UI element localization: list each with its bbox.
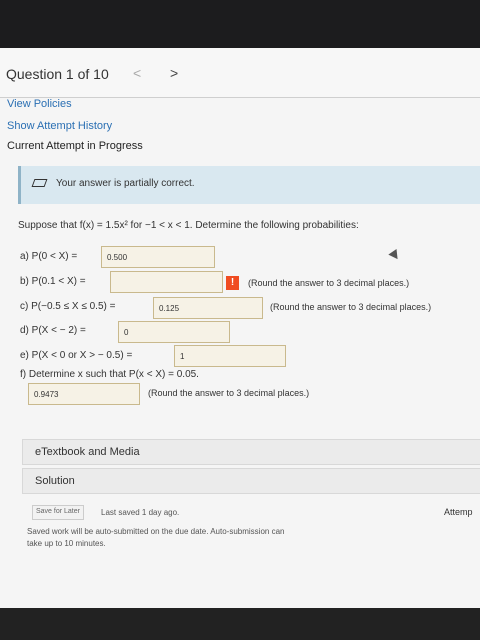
view-policies-link[interactable]: View Policies <box>7 98 72 110</box>
question-prompt: Suppose that f(x) = 1.5x² for −1 < x < 1… <box>18 220 359 231</box>
previous-question-button[interactable]: < <box>133 65 141 81</box>
part-f-label: f) Determine x such that P(x < X) = 0.05… <box>20 369 199 380</box>
part-a-answer[interactable]: 0.500 <box>101 246 215 268</box>
part-b-answer[interactable] <box>110 271 223 293</box>
auto-submit-note: Saved work will be auto-submitted on the… <box>27 527 285 548</box>
part-b-label: b) P(0.1 < X) = <box>20 276 86 287</box>
incorrect-warning-icon: ! <box>226 276 239 290</box>
part-b-hint: (Round the answer to 3 decimal places.) <box>248 278 410 288</box>
part-a-label: a) P(0 < X) = <box>20 251 78 262</box>
part-e-answer[interactable]: 1 <box>174 345 286 367</box>
part-d-label: d) P(X < − 2) = <box>20 325 86 336</box>
mouse-cursor-icon <box>388 248 402 263</box>
part-c-hint: (Round the answer to 3 decimal places.) <box>270 302 432 312</box>
part-f-hint: (Round the answer to 3 decimal places.) <box>148 388 310 398</box>
attempts-label: Attemp <box>444 507 473 517</box>
solution-label: Solution <box>35 475 75 487</box>
etextbook-panel[interactable]: eTextbook and Media <box>22 439 480 465</box>
save-for-later-button[interactable]: Save for Later <box>32 505 84 520</box>
question-screen: Question 1 of 10 < > View Policies Show … <box>0 48 480 608</box>
part-d-answer[interactable]: 0 <box>118 321 230 343</box>
device-bottom-bar <box>0 608 480 640</box>
part-c-label: c) P(−0.5 ≤ X ≤ 0.5) = <box>20 301 116 312</box>
alert-message: Your answer is partially correct. <box>56 178 195 189</box>
attempt-status: Current Attempt in Progress <box>7 140 143 152</box>
etextbook-label: eTextbook and Media <box>35 446 140 458</box>
part-e-label: e) P(X < 0 or X > − 0.5) = <box>20 350 133 361</box>
question-counter: Question 1 of 10 <box>6 66 109 82</box>
last-saved-text: Last saved 1 day ago. <box>101 508 180 517</box>
question-header: Question 1 of 10 < > <box>0 48 480 98</box>
part-f-answer[interactable]: 0.9473 <box>28 383 140 405</box>
attempt-history-link[interactable]: Show Attempt History <box>7 120 112 132</box>
partial-correct-alert: Your answer is partially correct. <box>18 166 480 204</box>
pencil-icon <box>31 179 48 187</box>
device-top-bar <box>0 0 480 48</box>
part-c-answer[interactable]: 0.125 <box>153 297 263 319</box>
next-question-button[interactable]: > <box>170 65 178 81</box>
solution-panel[interactable]: Solution <box>22 468 480 494</box>
